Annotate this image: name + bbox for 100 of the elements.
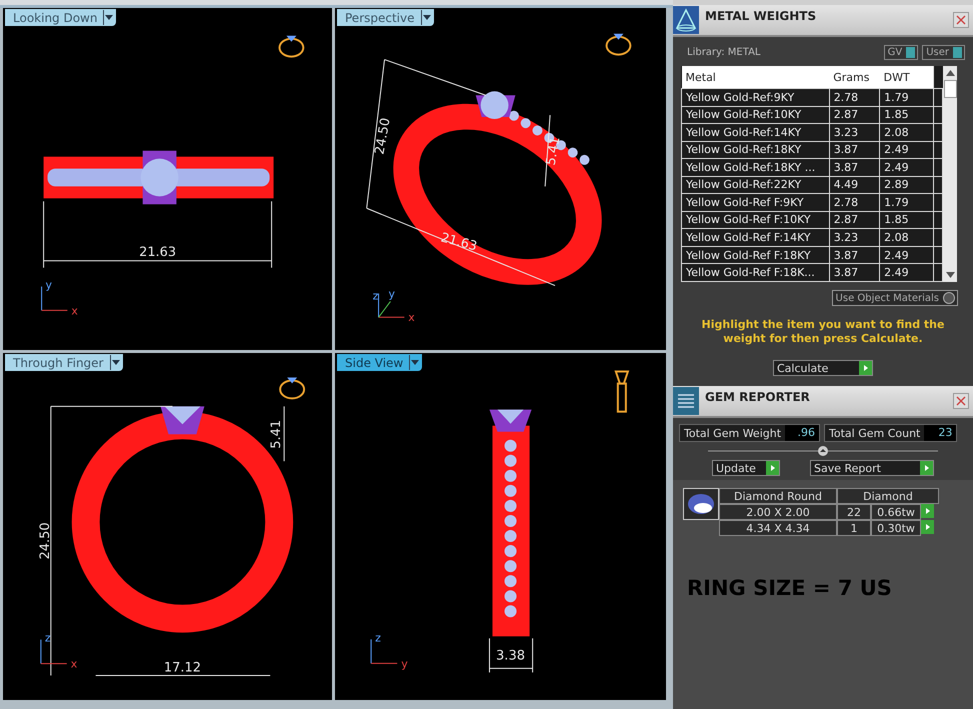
grid-icon xyxy=(673,387,699,415)
table-row[interactable]: Yellow Gold-Ref:18KY 3.87 2.49 xyxy=(682,141,942,159)
table-cell: 3.87 xyxy=(829,158,880,176)
table-cell: Yellow Gold-Ref:10KY xyxy=(682,106,830,124)
close-icon xyxy=(956,15,966,25)
table-cell: 1.85 xyxy=(880,106,934,124)
table-row[interactable]: Yellow Gold-Ref F:10KY 2.87 1.85 xyxy=(682,211,942,229)
view-tab[interactable]: Side View xyxy=(337,354,422,371)
total-count-label: Total Gem Count xyxy=(828,426,922,440)
table-cell: Yellow Gold-Ref F:18KY xyxy=(682,246,830,264)
total-count-value: 23 xyxy=(924,425,956,441)
view-tab[interactable]: Looking Down xyxy=(5,9,116,26)
table-cell: 2.87 xyxy=(829,211,880,229)
axis-indicator xyxy=(378,293,405,318)
table-row[interactable]: Yellow Gold-Ref:22KY 4.49 2.89 xyxy=(682,176,942,194)
dimension-value: 3.38 xyxy=(496,648,526,664)
ring-side-thumbnail-icon xyxy=(614,370,630,413)
ring-size-note: RING SIZE = 7 US xyxy=(687,576,893,600)
toggle-button[interactable]: GV xyxy=(884,45,918,60)
toggle-button[interactable]: User xyxy=(922,45,965,60)
caret-icon xyxy=(411,360,420,365)
dimension-value: 5.41 xyxy=(544,136,564,167)
table-cell: 2.89 xyxy=(880,176,934,194)
close-icon xyxy=(956,396,966,406)
caret-icon xyxy=(422,15,430,20)
instruction-text: Highlight the item you want to find the weight for then press Calculate. xyxy=(700,318,946,346)
table-cell: 2.49 xyxy=(880,141,934,159)
table-cell: 2.87 xyxy=(829,106,880,124)
close-button[interactable] xyxy=(953,12,969,28)
ring-thumbnail-icon xyxy=(279,377,306,400)
scroll-down-icon xyxy=(946,272,954,278)
table-row[interactable]: Yellow Gold-Ref F:18KY 3.87 2.49 xyxy=(682,246,942,264)
dimension-value: 21.63 xyxy=(139,244,176,260)
axis-label: x xyxy=(71,304,78,318)
table-row[interactable]: Yellow Gold-Ref F:14KY 3.23 2.08 xyxy=(682,228,942,246)
dimension-value: 5.41 xyxy=(269,420,284,449)
close-button[interactable] xyxy=(953,393,969,409)
table-cell: 2.49 xyxy=(880,264,934,282)
table-row[interactable]: Yellow Gold-Ref:10KY 2.87 1.85 xyxy=(682,106,942,124)
table-cell: 3.23 xyxy=(829,124,880,142)
table-cell: Yellow Gold-Ref F:18K... xyxy=(682,264,830,282)
table-cell: 1.85 xyxy=(880,211,934,229)
axis-label: x xyxy=(70,658,78,671)
dimension-value: 21.63 xyxy=(439,230,479,255)
total-weight-label: Total Gem Weight xyxy=(683,426,782,440)
table-cell: 2.08 xyxy=(880,124,934,142)
table-cell: Yellow Gold-Ref F:9KY xyxy=(682,194,830,212)
gem-type: Diamond Round xyxy=(719,488,837,504)
table-cell: 1.79 xyxy=(880,194,934,212)
report-button[interactable]: Save Report xyxy=(810,460,934,476)
scroll-thumb[interactable] xyxy=(944,80,956,98)
column-header: Grams xyxy=(829,66,880,88)
play-icon xyxy=(766,461,779,475)
panel-title: GEM REPORTER xyxy=(705,390,811,404)
scrollbar[interactable] xyxy=(943,66,957,282)
calculate-button[interactable]: Calculate xyxy=(773,360,873,376)
table-row[interactable]: Yellow Gold-Ref F:9KY 2.78 1.79 xyxy=(682,194,942,212)
view-tab[interactable]: Perspective xyxy=(337,9,434,26)
scroll-up-icon xyxy=(946,70,954,76)
caret-icon xyxy=(105,15,114,20)
table-cell: 2.49 xyxy=(880,246,934,264)
table-row[interactable]: Yellow Gold-Ref:18KY ... 3.87 2.49 xyxy=(682,158,942,176)
axis-label: z xyxy=(44,632,51,645)
table-cell: 1.79 xyxy=(880,88,934,106)
play-icon xyxy=(921,520,934,534)
pyramid-icon xyxy=(673,6,699,34)
axis-label: y xyxy=(46,278,52,292)
column-header: DWT xyxy=(880,66,934,88)
axis-label: y xyxy=(388,287,395,300)
table-cell: 4.49 xyxy=(829,176,880,194)
table-row[interactable]: Yellow Gold-Ref F:18K... 3.87 2.49 xyxy=(682,264,942,282)
gem-count: 1 xyxy=(837,520,871,536)
gem-weight: 0.66tw xyxy=(871,504,921,520)
total-weight-value: .96 xyxy=(785,425,820,441)
library-label: Library: METAL xyxy=(687,47,762,58)
ring-thumbnail-icon xyxy=(606,34,632,56)
table-cell: Yellow Gold-Ref:14KY xyxy=(682,124,830,142)
play-icon xyxy=(921,504,934,518)
table-cell: 3.23 xyxy=(829,228,880,246)
dimension-value: 17.12 xyxy=(164,660,201,676)
splitter-handle[interactable] xyxy=(708,445,938,457)
table-cell: Yellow Gold-Ref F:10KY xyxy=(682,211,830,229)
play-icon xyxy=(920,461,933,475)
axis-label: z xyxy=(375,631,381,644)
use-object-materials-toggle[interactable]: Use Object Materials xyxy=(832,290,958,306)
table-cell: Yellow Gold-Ref:18KY ... xyxy=(682,158,830,176)
dimension-value: 24.50 xyxy=(38,522,53,560)
caret-icon xyxy=(112,360,120,365)
panel-title: METAL WEIGHTS xyxy=(705,9,818,23)
gem-material: Diamond xyxy=(837,488,939,504)
gem-count: 22 xyxy=(837,504,871,520)
table-cell: 2.78 xyxy=(829,194,880,212)
table-row[interactable]: Yellow Gold-Ref:14KY 3.23 2.08 xyxy=(682,124,942,142)
axis-label: y xyxy=(401,657,408,670)
view-tab[interactable]: Through Finger xyxy=(5,354,122,371)
dimension-value: 24.50 xyxy=(372,116,394,156)
report-button[interactable]: Update xyxy=(712,460,780,476)
gem-icon xyxy=(683,488,719,520)
table-cell: 2.78 xyxy=(829,88,880,106)
table-row[interactable]: Yellow Gold-Ref:9KY 2.78 1.79 xyxy=(682,88,942,106)
